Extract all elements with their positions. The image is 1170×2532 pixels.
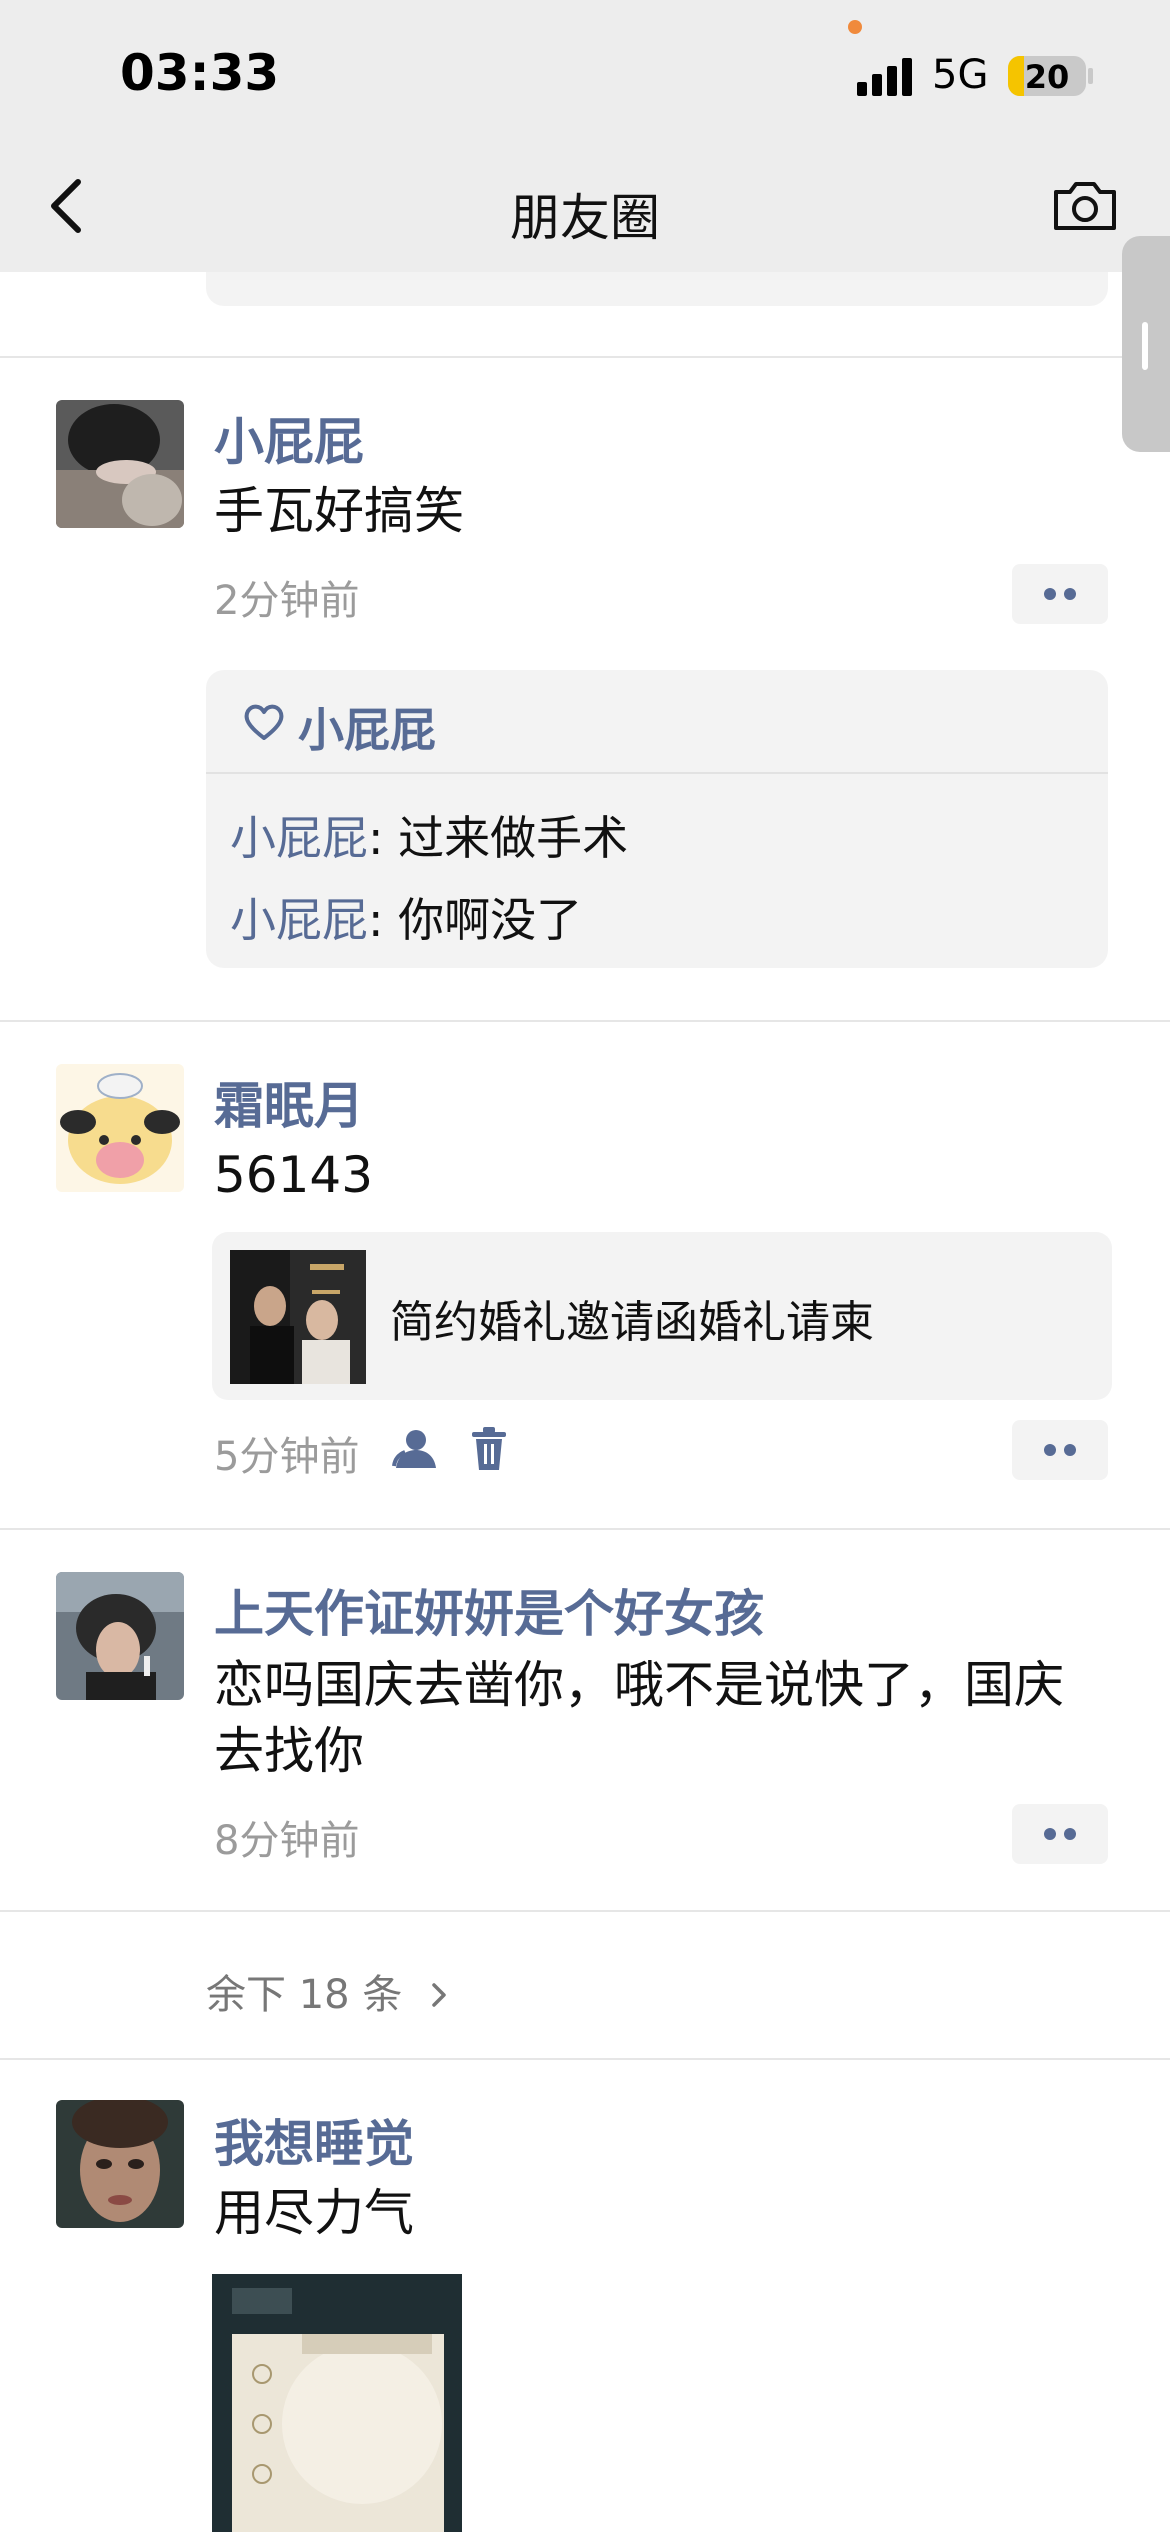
heart-icon (244, 704, 284, 740)
avatar[interactable] (56, 400, 184, 528)
scroll-handle[interactable] (1122, 236, 1170, 452)
chevron-right-icon (432, 1983, 446, 2007)
post-text: 用尽力气 (214, 2184, 414, 2242)
post-text: 56143 (214, 1146, 374, 1204)
page-title: 朋友圈 (510, 189, 660, 247)
camera-button[interactable] (1050, 176, 1120, 236)
comment-author[interactable]: 小屁屁 (230, 893, 368, 947)
avatar-image (56, 1064, 184, 1192)
post-author-name[interactable]: 霜眠月 (214, 1066, 364, 1138)
top-bar: 03:33 5G 20 朋友圈 (0, 0, 1170, 272)
post-author-name[interactable]: 小屁屁 (214, 402, 364, 474)
post-image[interactable] (212, 2274, 462, 2532)
post-actions-button[interactable] (1012, 564, 1108, 624)
delete-icon[interactable] (470, 1426, 508, 1472)
like-user-name[interactable]: 小屁屁 (298, 694, 436, 760)
likes-row: 小屁屁 (206, 670, 1108, 774)
divider (0, 1020, 1170, 1022)
post-time: 8分钟前 (214, 1818, 360, 1864)
comment-text: : 你啊没了 (368, 893, 583, 947)
avatar-image (56, 400, 184, 528)
more-posts-label: 余下 18 条 (206, 1972, 403, 2018)
visibility-group-icon[interactable] (392, 1428, 438, 1472)
battery-icon: 20 (1008, 56, 1086, 96)
camera-icon (1054, 182, 1116, 230)
comment-author[interactable]: 小屁屁 (230, 811, 368, 865)
battery-level: 20 (1024, 58, 1070, 96)
avatar[interactable] (56, 2100, 184, 2228)
cellular-signal-icon (857, 58, 913, 96)
privacy-indicator-icon (848, 20, 862, 34)
post-time: 5分钟前 (214, 1434, 360, 1480)
divider (0, 356, 1170, 358)
status-time: 03:33 (120, 44, 280, 102)
avatar[interactable] (56, 1064, 184, 1192)
comment-row[interactable]: 小屁屁: 你啊没了 (230, 884, 582, 950)
post-actions-button[interactable] (1012, 1420, 1108, 1480)
post-author-name[interactable]: 我想睡觉 (214, 2104, 414, 2176)
post-actions-button[interactable] (1012, 1804, 1108, 1864)
link-thumbnail (230, 1250, 366, 1384)
post-text: 手瓦好搞笑 (214, 482, 464, 540)
avatar-image (56, 1572, 184, 1700)
post-image-content (212, 2274, 462, 2532)
network-type: 5G (932, 52, 989, 98)
post-text: 恋吗国庆去凿你，哦不是说快了，国庆去找你 (214, 1656, 1064, 1780)
shared-link-card[interactable]: 简约婚礼邀请函婚礼请柬 (212, 1232, 1112, 1400)
link-title: 简约婚礼邀请函婚礼请柬 (390, 1297, 874, 1348)
more-posts-link[interactable]: 余下 18 条 (206, 1962, 449, 2020)
comment-row[interactable]: 小屁屁: 过来做手术 (230, 802, 628, 868)
divider (0, 2058, 1170, 2060)
divider (0, 1528, 1170, 1530)
divider (0, 1910, 1170, 1912)
battery-cap (1088, 68, 1093, 84)
avatar[interactable] (56, 1572, 184, 1700)
comments-box: 小屁屁 小屁屁: 过来做手术 小屁屁: 你啊没了 (206, 670, 1108, 968)
avatar-image (56, 2100, 184, 2228)
post-time: 2分钟前 (214, 578, 360, 624)
post-author-name[interactable]: 上天作证妍妍是个好女孩 (214, 1574, 764, 1646)
comment-text: : 过来做手术 (368, 811, 629, 865)
